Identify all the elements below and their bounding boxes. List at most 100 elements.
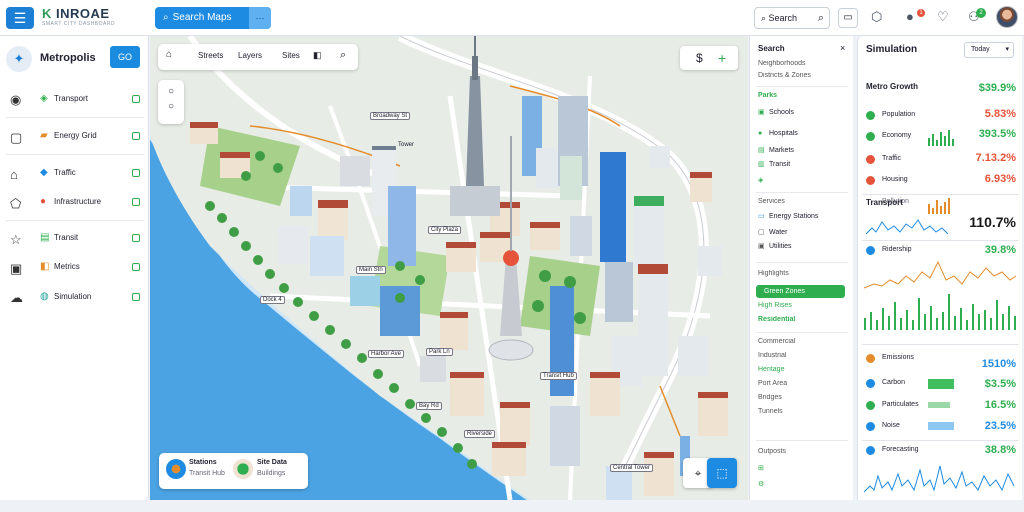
shield-icon[interactable]: ♡	[937, 9, 949, 25]
metric-label: Economy	[882, 132, 912, 139]
map-label[interactable]: Transit Hub	[540, 372, 577, 380]
filter-high-rises[interactable]: High Rises	[758, 302, 848, 312]
go-button[interactable]: GO	[110, 46, 140, 68]
metric-value: $39.9%	[978, 82, 1016, 94]
cloud-icon[interactable]: ☁	[10, 290, 23, 306]
close-icon[interactable]: ×	[840, 43, 845, 53]
checkbox[interactable]	[132, 198, 140, 206]
home-icon[interactable]: ⌂	[166, 49, 172, 60]
ridership-value: 39.8%	[984, 244, 1016, 256]
zoom-in-button[interactable]: ○	[158, 86, 184, 97]
school-icon: ▣	[758, 109, 765, 116]
filter-label: Energy Stations	[769, 213, 819, 220]
filter-residential[interactable]: Residential	[758, 316, 848, 326]
map-legend-card[interactable]: Stations Transit Hub Site Data Buildings	[159, 453, 308, 489]
filter-label: Markets	[769, 147, 794, 154]
filter-more[interactable]: ⊞	[758, 464, 848, 474]
global-search-input[interactable]: ⌕ Search ⌕	[754, 7, 830, 29]
map-label[interactable]: Park Ln	[426, 348, 453, 356]
bookmark-icon[interactable]: ☆	[10, 232, 22, 248]
map-label[interactable]: Dock 4	[260, 296, 285, 304]
map-label[interactable]: City Plaza	[428, 226, 462, 234]
city-map[interactable]: ⌂ Streets Layers Sites ◧ ⌕ ○ ○ $ + Broad…	[150, 36, 748, 500]
legend-title: Site Data	[257, 459, 287, 466]
filter-outposts[interactable]: Outposts	[758, 448, 848, 458]
metric-label: Ridership	[882, 246, 912, 253]
user-avatar[interactable]	[996, 6, 1018, 28]
currency-toggle[interactable]: $ +	[680, 46, 738, 70]
transit-icon: ▥	[758, 161, 765, 168]
filter-tunnels[interactable]: Tunnels	[758, 408, 848, 418]
map-label[interactable]: Bay Rd	[416, 402, 442, 410]
sidebar-item-traffic[interactable]: ◆ Traffic	[40, 162, 140, 184]
sidebar-item-simulation[interactable]: ◍ Simulation	[40, 286, 140, 308]
zoom-out-button[interactable]: ○	[158, 101, 184, 112]
toolbar-item-sites[interactable]: Sites	[282, 51, 300, 60]
time-range-select[interactable]: Today ▾	[964, 42, 1014, 58]
metric-label: Emissions	[882, 354, 914, 361]
more-icon[interactable]: ⋯	[249, 7, 271, 29]
filter-green-zones-selected[interactable]: Green Zones	[756, 285, 845, 298]
compass-icon[interactable]: ⬡	[871, 9, 882, 25]
filter-settings[interactable]: ⚙	[758, 480, 848, 490]
filter-heritage[interactable]: Heritage	[758, 366, 848, 376]
hamburger-menu-button[interactable]: ☰	[6, 7, 34, 29]
search-icon[interactable]: ⌕	[340, 49, 346, 62]
filter-hospitals[interactable]: ● Hospitals	[758, 130, 848, 140]
checkbox[interactable]	[132, 293, 140, 301]
filter-commercial[interactable]: Commercial	[758, 338, 848, 348]
station-thumb-icon	[166, 459, 186, 479]
sidebar-item-transit[interactable]: ▤ Transit	[40, 227, 140, 249]
filter-industrial[interactable]: Industrial	[758, 352, 848, 362]
home-icon[interactable]: ⌂	[10, 167, 18, 182]
toolbar-item-layers[interactable]: Layers	[238, 51, 262, 60]
filter-schools[interactable]: ▣ Schools	[758, 108, 848, 118]
magnifier-icon[interactable]: ⌕	[818, 8, 824, 28]
map-label[interactable]: Harbor Ave	[368, 350, 404, 358]
sidebar-item-transport[interactable]: ◈ Transport	[40, 88, 140, 110]
message-button[interactable]: ▭	[838, 8, 858, 28]
filter-water[interactable]: ▢ Water	[758, 228, 848, 238]
square-icon[interactable]: ▣	[10, 261, 22, 277]
utility-icon: ▣	[758, 243, 765, 250]
filter-parks[interactable]: Parks	[758, 92, 848, 102]
map-label[interactable]: Riverside	[464, 430, 496, 438]
sidebar-item-label: Energy Grid	[54, 131, 97, 140]
checkbox[interactable]	[132, 234, 140, 242]
filter-label: Hospitals	[769, 130, 798, 137]
checkbox[interactable]	[132, 169, 140, 177]
filter-energy[interactable]: ▭ Energy Stations	[758, 212, 848, 222]
map-canvas[interactable]	[150, 36, 748, 500]
map-label[interactable]: Tower	[396, 142, 416, 148]
filter-bridges[interactable]: Bridges	[758, 394, 848, 404]
pin-icon[interactable]: ⬠	[10, 196, 21, 212]
app-logo[interactable]: K INROAE SMART CITY DASHBOARD	[42, 6, 115, 27]
map-label[interactable]: Main Stn	[356, 266, 386, 274]
checkbox[interactable]	[132, 132, 140, 140]
filter-markets[interactable]: ▤ Markets	[758, 146, 848, 156]
layers-button[interactable]: ⬚	[707, 458, 737, 488]
search-panel: Search × Neighborhoods Districts & Zones…	[749, 36, 853, 500]
folder-icon[interactable]: ▢	[10, 130, 22, 146]
checkbox[interactable]	[132, 263, 140, 271]
layers-icon[interactable]: ◉	[10, 92, 21, 108]
chevron-down-icon: ▾	[1005, 46, 1009, 53]
user-group-icon[interactable]: ●	[906, 9, 914, 24]
filter-port[interactable]: Port Area	[758, 380, 848, 390]
sidebar-item-infrastructure[interactable]: ● Infrastructure	[40, 191, 140, 213]
filter-transit[interactable]: ▥ Transit	[758, 160, 848, 170]
camera-icon[interactable]: ◧	[313, 50, 322, 61]
map-toolbar: ⌂ Streets Layers Sites ◧ ⌕	[158, 44, 358, 70]
metric-value: 23.5%	[984, 420, 1016, 432]
toolbar-item-streets[interactable]: Streets	[198, 51, 223, 60]
map-label[interactable]: Broadway St	[370, 112, 411, 120]
checkbox[interactable]	[132, 95, 140, 103]
map-search-button[interactable]: ⌕ Search Maps ⋯	[155, 7, 271, 29]
plus-icon[interactable]: +	[718, 46, 726, 70]
filter-extra[interactable]: ◈	[758, 176, 848, 186]
filter-utilities[interactable]: ▣ Utilities	[758, 242, 848, 252]
sidebar-item-energy[interactable]: ▰ Energy Grid	[40, 125, 140, 147]
sidebar-item-metrics[interactable]: ◧ Metrics	[40, 256, 140, 278]
forecast-value: 38.8%	[984, 444, 1016, 456]
map-label[interactable]: Central Tower	[610, 464, 653, 472]
